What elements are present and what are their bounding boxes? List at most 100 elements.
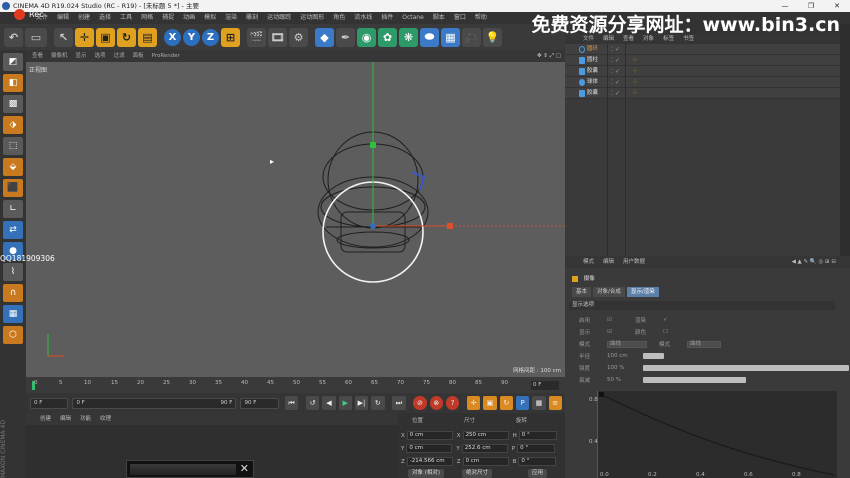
falloff-curve-graph[interactable]: 0.8 0.4 0.0 0.2 0.4 0.6 0.8 — [589, 391, 837, 478]
record-pla-icon[interactable]: ▦ — [532, 396, 546, 410]
menu-motion-tracking[interactable]: 运动跟踪 — [267, 12, 291, 24]
texture-mode-icon[interactable]: ▩ — [3, 95, 23, 113]
model-mode-icon[interactable]: ◧ — [3, 74, 23, 92]
array-generator-icon[interactable]: ✿ — [378, 27, 397, 47]
z-axis-lock-icon[interactable]: Z — [202, 28, 219, 46]
magnet-icon[interactable]: ∩ — [3, 284, 23, 302]
menu-snap[interactable]: 捕捉 — [162, 12, 174, 24]
menu-create[interactable]: 创建 — [78, 12, 90, 24]
viewport-front[interactable]: 正视图 网格间距 : 100 cm — [26, 62, 565, 377]
size-y-field[interactable]: 252.6 cm — [461, 444, 508, 453]
phong-tag-icon[interactable]: ⁘ — [632, 66, 638, 77]
menu-mograph[interactable]: 运动图形 — [300, 12, 324, 24]
mode-dropdown[interactable]: 曲线 — [607, 340, 647, 348]
attr-menu-edit[interactable]: 编辑 — [603, 256, 614, 268]
floor-icon[interactable]: ▦ — [441, 27, 460, 47]
tab-display[interactable]: 显示/渲染 — [626, 287, 659, 297]
viewport-menu-cameras[interactable]: 摄像机 — [51, 50, 68, 62]
previous-frame-icon[interactable]: ◀ — [322, 396, 336, 410]
workplane-icon[interactable]: ⬗ — [3, 116, 23, 134]
scale-tool-icon[interactable]: ▣ — [96, 27, 115, 47]
visibility-dots-icon[interactable]: ⁚ ✓ — [611, 77, 620, 88]
next-frame-icon[interactable]: ▶| — [354, 396, 369, 410]
lock-workplane-icon[interactable]: ▦ — [3, 305, 23, 323]
enable-checkbox[interactable]: ☑ — [607, 317, 635, 323]
menu-character[interactable]: 角色 — [333, 12, 345, 24]
size-z-field[interactable]: 0 cm — [462, 457, 509, 466]
menu-edit[interactable]: 编辑 — [57, 12, 69, 24]
visibility-dots-icon[interactable]: ⁚ ✓ — [611, 44, 620, 55]
frame-range-slider[interactable]: 0 F 90 F — [72, 397, 237, 409]
record-position-icon[interactable]: ✛ — [467, 396, 481, 410]
menu-tools[interactable]: 工具 — [120, 12, 132, 24]
render-view-icon[interactable]: 🎬 — [247, 27, 266, 47]
falloff-field[interactable]: 50 % — [607, 377, 643, 383]
record-scale-icon[interactable]: ▣ — [483, 396, 497, 410]
viewport-nav-icons[interactable]: ✥ ⇕ ⤢ ▢ — [537, 50, 561, 62]
menu-pipeline[interactable]: 流水线 — [354, 12, 372, 24]
current-frame-field[interactable]: 0 F — [30, 397, 69, 409]
preview-thumbnail[interactable] — [130, 464, 236, 475]
snap-icon[interactable]: ⌇ — [3, 263, 23, 281]
falloff-slider[interactable] — [643, 377, 746, 383]
attr-menu-mode[interactable]: 模式 — [583, 256, 594, 268]
record-rotation-icon[interactable]: ↻ — [499, 396, 513, 410]
viewport-menu-view[interactable]: 查看 — [32, 50, 43, 62]
position-z-field[interactable]: -214.566 cm — [406, 457, 453, 466]
next-key-icon[interactable]: ↻ — [371, 396, 385, 410]
close-icon[interactable]: ✕ — [240, 462, 249, 475]
visibility-dots-icon[interactable]: ⁚ ✓ — [611, 88, 620, 99]
viewport-menu-prorender[interactable]: ProRender — [152, 50, 180, 62]
undo-icon[interactable]: ↶ — [4, 27, 23, 47]
strength-slider[interactable] — [643, 365, 849, 371]
menu-mesh[interactable]: 网格 — [141, 12, 153, 24]
go-to-start-icon[interactable]: ⏮ — [284, 396, 299, 410]
menu-sculpt[interactable]: 雕刻 — [246, 12, 258, 24]
planar-workplane-icon[interactable]: ⬡ — [3, 326, 23, 344]
timeline-ruler[interactable]: 0 5 10 15 20 25 30 35 40 45 50 55 60 65 … — [26, 377, 565, 393]
go-to-end-icon[interactable]: ⏭ — [392, 396, 406, 410]
recent-tool-icon[interactable]: ▤ — [138, 27, 157, 47]
viewport-menu-filter[interactable]: 过滤 — [114, 50, 125, 62]
scene-environment-icon[interactable]: ⬬ — [420, 27, 439, 47]
rotation-p-field[interactable]: 0 ° — [517, 444, 556, 453]
deformer-icon[interactable]: ❋ — [399, 27, 418, 47]
uv-mode-icon[interactable]: ∟ — [3, 200, 23, 218]
render-checkbox[interactable]: ✓ — [663, 317, 668, 323]
record-keys-icon[interactable]: ⊘ — [413, 396, 427, 410]
material-menu-function[interactable]: 功能 — [80, 413, 91, 425]
polygons-mode-icon[interactable]: ⬛ — [3, 179, 23, 197]
material-menu-texture[interactable]: 纹理 — [100, 413, 111, 425]
position-y-field[interactable]: 0 cm — [406, 444, 453, 453]
menu-octane[interactable]: Octane — [402, 12, 424, 24]
radius-field[interactable]: 100 cm — [607, 353, 643, 359]
previous-key-icon[interactable]: ↺ — [305, 396, 320, 410]
timeline-settings-icon[interactable]: ≡ — [548, 396, 562, 410]
menu-render[interactable]: 渲染 — [225, 12, 237, 24]
render-picture-viewer-icon[interactable]: 🎞 — [268, 27, 287, 47]
pen-spline-icon[interactable]: ✒ — [336, 27, 355, 47]
timeline-end-field[interactable]: 0 F — [531, 381, 559, 390]
axis-mode-icon[interactable]: ⇄ — [3, 221, 23, 239]
menu-select[interactable]: 选择 — [99, 12, 111, 24]
tab-object[interactable]: 对象/合成 — [593, 287, 625, 297]
material-menu-create[interactable]: 创建 — [40, 413, 51, 425]
viewport-menu-display[interactable]: 显示 — [76, 50, 87, 62]
record-icon[interactable] — [14, 9, 25, 20]
edges-mode-icon[interactable]: ⬙ — [3, 158, 23, 176]
points-mode-icon[interactable]: ⬚ — [3, 137, 23, 155]
apply-button[interactable]: 应用 — [528, 469, 548, 478]
menu-plugins[interactable]: 插件 — [381, 12, 393, 24]
phong-tag-icon[interactable]: ⁘ — [632, 77, 638, 88]
menu-animate[interactable]: 动画 — [183, 12, 195, 24]
radius-slider[interactable] — [643, 353, 664, 359]
phong-tag-icon[interactable]: ⁘ — [632, 88, 638, 99]
menu-script[interactable]: 脚本 — [433, 12, 445, 24]
render-settings-icon[interactable]: ⚙ — [289, 27, 308, 47]
redo-icon[interactable]: ▭ — [25, 27, 47, 47]
menu-simulate[interactable]: 模拟 — [204, 12, 216, 24]
material-menu-edit[interactable]: 编辑 — [60, 413, 71, 425]
viewport-menu-options[interactable]: 选项 — [95, 50, 106, 62]
y-axis-lock-icon[interactable]: Y — [183, 28, 200, 46]
keyframe-selection-icon[interactable]: ? — [445, 396, 460, 410]
